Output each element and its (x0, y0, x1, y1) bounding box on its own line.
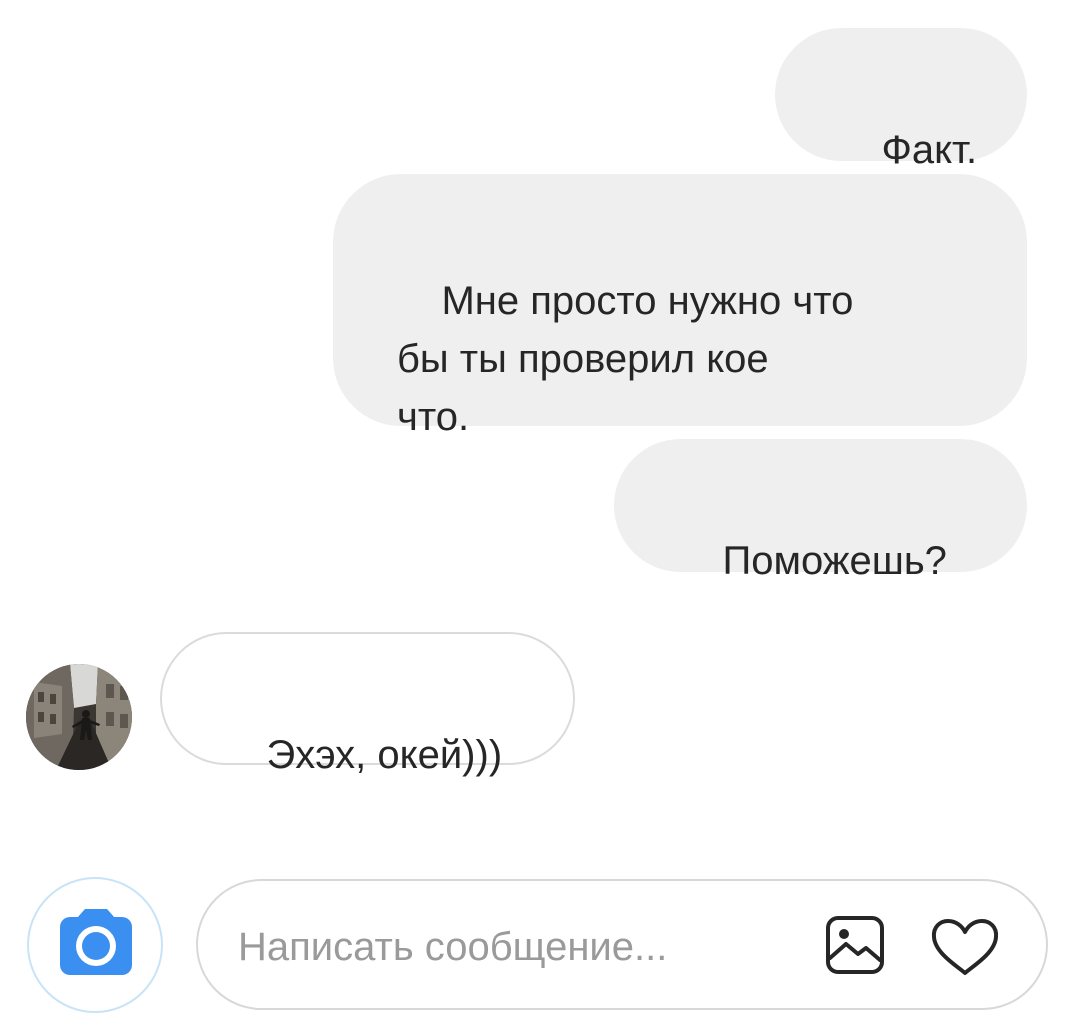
gallery-button[interactable] (824, 914, 886, 976)
gallery-icon (826, 916, 884, 974)
message-bubble-outgoing[interactable]: Мне просто нужно что бы ты проверил кое … (333, 174, 1027, 439)
message-composer (196, 879, 1048, 1010)
message-bubble-outgoing[interactable]: Факт. (775, 28, 1027, 172)
message-bubble-incoming[interactable]: Эхэх, окей))) (160, 632, 575, 777)
message-bubble-outgoing[interactable]: Поможешь? (614, 439, 1027, 583)
message-text: Поможешь? (722, 539, 947, 583)
message-text: Эхэх, окей))) (266, 733, 503, 777)
camera-button[interactable] (27, 877, 163, 1013)
avatar[interactable] (26, 664, 132, 770)
message-text: Факт. (881, 128, 978, 172)
camera-icon (60, 909, 132, 975)
avatar-photo (26, 664, 132, 770)
like-button[interactable] (929, 917, 1001, 977)
message-text: Мне просто нужно что бы ты проверил кое … (397, 279, 854, 439)
message-input[interactable] (238, 917, 758, 977)
chat-thread: Факт. Мне просто нужно что бы ты провери… (0, 0, 1080, 1024)
heart-icon (931, 919, 999, 975)
